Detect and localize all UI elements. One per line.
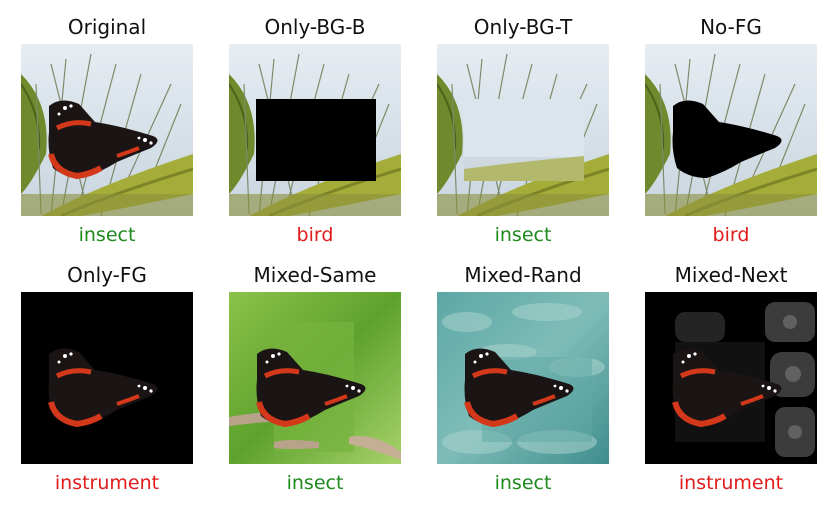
prediction-label: bird — [712, 224, 750, 246]
panel-title: No-FG — [700, 15, 762, 39]
panel-title: Mixed-Rand — [464, 263, 582, 287]
butterfly-photo — [21, 44, 193, 216]
prediction-label: insect — [494, 224, 552, 246]
panel-title: Mixed-Next — [674, 263, 788, 287]
panel-title: Only-FG — [67, 263, 147, 287]
mixed-rand-photo — [437, 292, 609, 464]
prediction-label: insect — [286, 472, 344, 494]
prediction-label: instrument — [678, 472, 784, 494]
prediction-label: insect — [494, 472, 552, 494]
panel-title: Only-BG-T — [473, 15, 573, 39]
panel-title: Original — [67, 15, 147, 39]
background-tiled-photo — [437, 44, 609, 216]
panel-title: Mixed-Same — [253, 263, 377, 287]
panel-title: Only-BG-B — [264, 15, 366, 39]
mixed-next-photo — [645, 292, 817, 464]
foreground-only-photo — [21, 292, 193, 464]
mixed-same-photo — [229, 292, 401, 464]
foreground-removed-photo — [645, 44, 817, 216]
prediction-label: bird — [296, 224, 334, 246]
background-blacked-photo — [229, 44, 401, 216]
prediction-label: insect — [78, 224, 136, 246]
prediction-label: instrument — [54, 472, 160, 494]
